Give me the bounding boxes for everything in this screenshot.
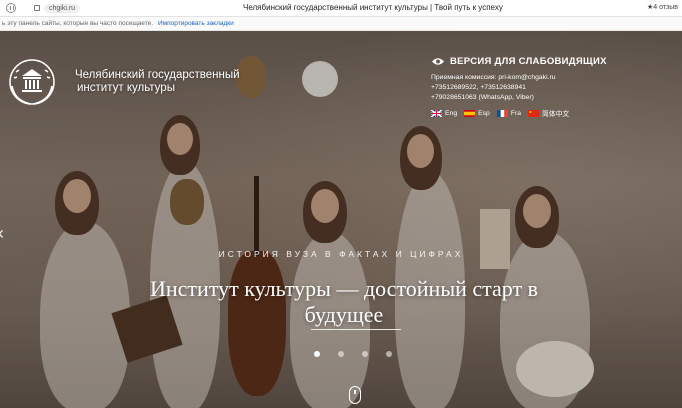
admissions-email[interactable]: Приемная комиссия: pri-kom@chgaki.ru: [431, 73, 607, 83]
bookmarks-hint: ь эту панель сайты, которые вы часто пос…: [2, 20, 154, 27]
headline-underline: [311, 329, 401, 330]
language-option-esp[interactable]: Esp: [464, 109, 490, 117]
reader-mode-icon[interactable]: [6, 3, 16, 13]
slide-headline-text: Институт культуры — достойный старт в бу…: [150, 276, 538, 327]
slider-dot[interactable]: [338, 351, 344, 357]
header-right-block: ВЕРСИЯ ДЛЯ СЛАБОВИДЯЩИХ Приемная комисси…: [431, 56, 607, 118]
eye-icon: [432, 58, 444, 65]
language-label: 简体中文: [542, 111, 570, 118]
university-name-line1: Челябинский государственный: [75, 69, 240, 81]
accessibility-version-link[interactable]: ВЕРСИЯ ДЛЯ СЛАБОВИДЯЩИХ: [431, 56, 607, 67]
china-flag-icon: [528, 109, 540, 117]
accessibility-label: ВЕРСИЯ ДЛЯ СЛАБОВИДЯЩИХ: [450, 56, 607, 67]
slider-prev-arrow-icon[interactable]: ‹: [0, 223, 8, 243]
university-name[interactable]: Челябинский государственный институт кул…: [75, 69, 275, 95]
language-option-fra[interactable]: Fra: [496, 109, 522, 117]
browser-toolbar: chgiki.ru Челябинский государственный ин…: [0, 0, 682, 17]
slide-kicker[interactable]: ИСТОРИЯ ВУЗА В ФАКТАХ И ЦИФРАХ: [0, 249, 682, 259]
tab-title: Челябинский государственный институт кул…: [243, 3, 503, 12]
bookmarks-bar: ь эту панель сайты, которые вы часто пос…: [0, 17, 682, 31]
lock-icon[interactable]: [34, 5, 40, 11]
mobile-number[interactable]: +79028651063 (WhatsApp, Viber): [431, 93, 607, 103]
university-logo-icon[interactable]: [6, 56, 58, 108]
phone-numbers[interactable]: +73512689522, +73512638941: [431, 83, 607, 93]
language-switcher: Eng Esp Fra 简体中文: [431, 108, 607, 118]
slider-dot[interactable]: [314, 351, 320, 357]
language-label: Esp: [478, 109, 490, 117]
university-name-line2: институт культуры: [77, 82, 175, 94]
slider-pagination: [314, 351, 392, 357]
spain-flag-icon: [464, 109, 476, 117]
uk-flag-icon: [431, 109, 442, 117]
slider-dot[interactable]: [386, 351, 392, 357]
slider-dot[interactable]: [362, 351, 368, 357]
language-label: Eng: [445, 109, 458, 117]
language-option-chinese[interactable]: 简体中文: [528, 108, 569, 118]
hero-slider: Челябинский государственный институт кул…: [0, 31, 682, 408]
contacts-block: Приемная комиссия: pri-kom@chgaki.ru +73…: [431, 73, 607, 103]
language-option-eng[interactable]: Eng: [431, 109, 458, 117]
scroll-down-mouse-icon[interactable]: [349, 386, 361, 404]
address-bar[interactable]: chgiki.ru: [44, 3, 81, 13]
france-flag-icon: [496, 109, 508, 117]
slide-headline: Институт культуры — достойный старт в бу…: [126, 276, 562, 330]
import-bookmarks-link[interactable]: Импортировать закладки: [158, 20, 234, 27]
language-label: Fra: [510, 109, 522, 117]
reviews-badge[interactable]: ★4 отзыв: [647, 3, 678, 11]
